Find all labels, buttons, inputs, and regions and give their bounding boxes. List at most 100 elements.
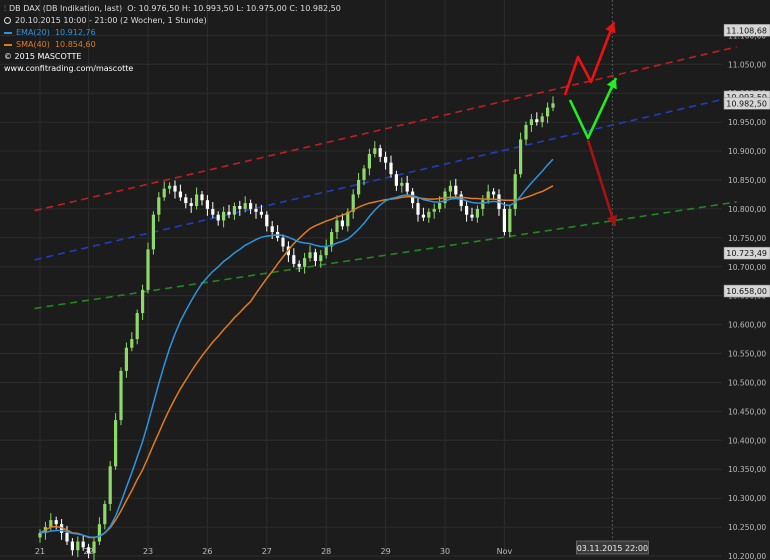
candle-body	[70, 541, 74, 551]
sma-value: 10.854,60	[54, 40, 96, 49]
price-tag-label: 10.982,50	[726, 99, 767, 108]
y-tick-label: 10.700,00	[728, 263, 766, 272]
sma-swatch	[4, 43, 12, 46]
y-tick-label: 10.550,00	[728, 350, 766, 359]
candle-body	[432, 208, 436, 212]
candle-body	[141, 289, 145, 314]
candle-body	[421, 214, 425, 218]
candlesticks	[38, 96, 555, 560]
candle-body	[551, 103, 555, 108]
candle-body	[222, 211, 226, 221]
candle-body	[65, 532, 69, 542]
candle-body	[475, 208, 479, 218]
breakout-arrow-red-path	[563, 21, 616, 96]
price-tags: 11.108,6810.993,5010.982,5010.723,4910.6…	[576, 24, 770, 555]
ema-swatch	[4, 31, 12, 34]
candle-body	[108, 466, 112, 504]
candle-body	[205, 200, 209, 209]
ohlc-values: O: 10.976,50 H: 10.993,50 L: 10.975,00 C…	[127, 4, 341, 13]
candle-body	[211, 208, 215, 215]
ema-label: EMA(20)	[16, 28, 50, 37]
candle-body	[173, 185, 177, 192]
candle-body	[524, 125, 528, 140]
y-tick-label: 10.350,00	[728, 465, 766, 474]
ema-value: 10.912,76	[54, 28, 96, 37]
candle-body	[340, 220, 344, 227]
candle-body	[216, 214, 220, 221]
scenario-arrows	[563, 21, 618, 227]
candle-body	[151, 214, 155, 250]
candle-body	[146, 249, 150, 290]
candle-body	[313, 252, 317, 261]
x-tick-label: 23	[143, 547, 153, 556]
x-tick-label: 26	[202, 547, 212, 556]
time-range: 20.10.2015 10:00 - 21:00 (2 Wochen, 1 St…	[15, 16, 207, 25]
y-tick-label: 10.300,00	[728, 494, 766, 503]
bar-chart-icon: ⫶	[4, 4, 6, 13]
x-tick-label: 28	[321, 547, 331, 556]
candle-body	[465, 206, 469, 215]
candle-body	[232, 206, 236, 215]
candle-body	[270, 226, 274, 233]
y-tick-label: 10.400,00	[728, 436, 766, 445]
candle-body	[238, 206, 242, 209]
clock-icon	[4, 17, 11, 24]
instrument-line: ⫶ DB DAX (DB Indikation, last) O: 10.976,…	[4, 3, 341, 14]
candle-body	[367, 153, 371, 169]
candle-body	[227, 211, 231, 215]
x-tick-label: 27	[262, 547, 272, 556]
price-tag-label: 10.723,49	[726, 249, 767, 258]
drop-arrow-darkred-path	[586, 139, 617, 227]
candle-body	[303, 258, 307, 267]
sma-line	[39, 185, 554, 539]
candle-body	[416, 203, 420, 215]
y-tick-label: 10.250,00	[728, 523, 766, 532]
candle-body	[454, 185, 458, 195]
copyright: © 2015 MASCOTTE	[4, 52, 82, 61]
candle-body	[243, 203, 247, 209]
time-tag-label: 03.11.2015 22:00	[577, 544, 648, 553]
source-url: www.confitrading.com/mascotte	[4, 64, 134, 73]
y-tick-label: 10.450,00	[728, 407, 766, 416]
x-tick-label: 22	[84, 547, 94, 556]
candle-body	[373, 148, 377, 154]
x-tick-label: Nov	[497, 547, 513, 556]
price-chart[interactable]: 10.200,00 10.250,00 10.300,00 10.350,00 10.4…	[0, 0, 770, 560]
candle-body	[405, 182, 409, 192]
candle-body	[254, 208, 258, 212]
candle-body	[492, 191, 496, 195]
candle-body	[184, 197, 188, 204]
candle-body	[249, 203, 253, 209]
candle-body	[384, 156, 388, 163]
candle-body	[189, 203, 193, 207]
instrument-name: DB DAX (DB Indikation, last)	[9, 4, 123, 13]
candle-body	[178, 191, 182, 198]
candle-body	[448, 185, 452, 192]
candle-body	[297, 263, 301, 267]
x-tick-label: 29	[381, 547, 391, 556]
candle-body	[394, 174, 398, 186]
candle-body	[76, 541, 80, 551]
candle-body	[124, 347, 128, 371]
candle-body	[529, 119, 533, 126]
candle-body	[265, 214, 269, 227]
candle-body	[135, 313, 139, 340]
candle-body	[438, 203, 442, 209]
price-tag-label: 11.108,68	[726, 26, 767, 35]
candle-body	[119, 370, 123, 421]
candle-body	[481, 200, 485, 209]
rebound-arrow-green-path	[568, 77, 618, 140]
sma-legend: SMA(40) 10.854,60	[4, 39, 96, 50]
price-tag: 10.982,50	[723, 97, 770, 110]
candle-body	[281, 237, 285, 247]
price-tag: 10.723,49	[723, 246, 770, 260]
candle-body	[324, 246, 328, 256]
y-tick-label: 10.900,00	[728, 147, 766, 156]
rebound-arrow-green	[568, 77, 618, 140]
y-tick-label: 10.850,00	[728, 176, 766, 185]
candle-body	[259, 211, 263, 215]
time-tag: 03.11.2015 22:00	[576, 540, 649, 555]
price-tag: 11.108,68	[723, 24, 770, 37]
candle-body	[389, 162, 393, 175]
y-tick-label: 10.950,00	[728, 118, 766, 127]
